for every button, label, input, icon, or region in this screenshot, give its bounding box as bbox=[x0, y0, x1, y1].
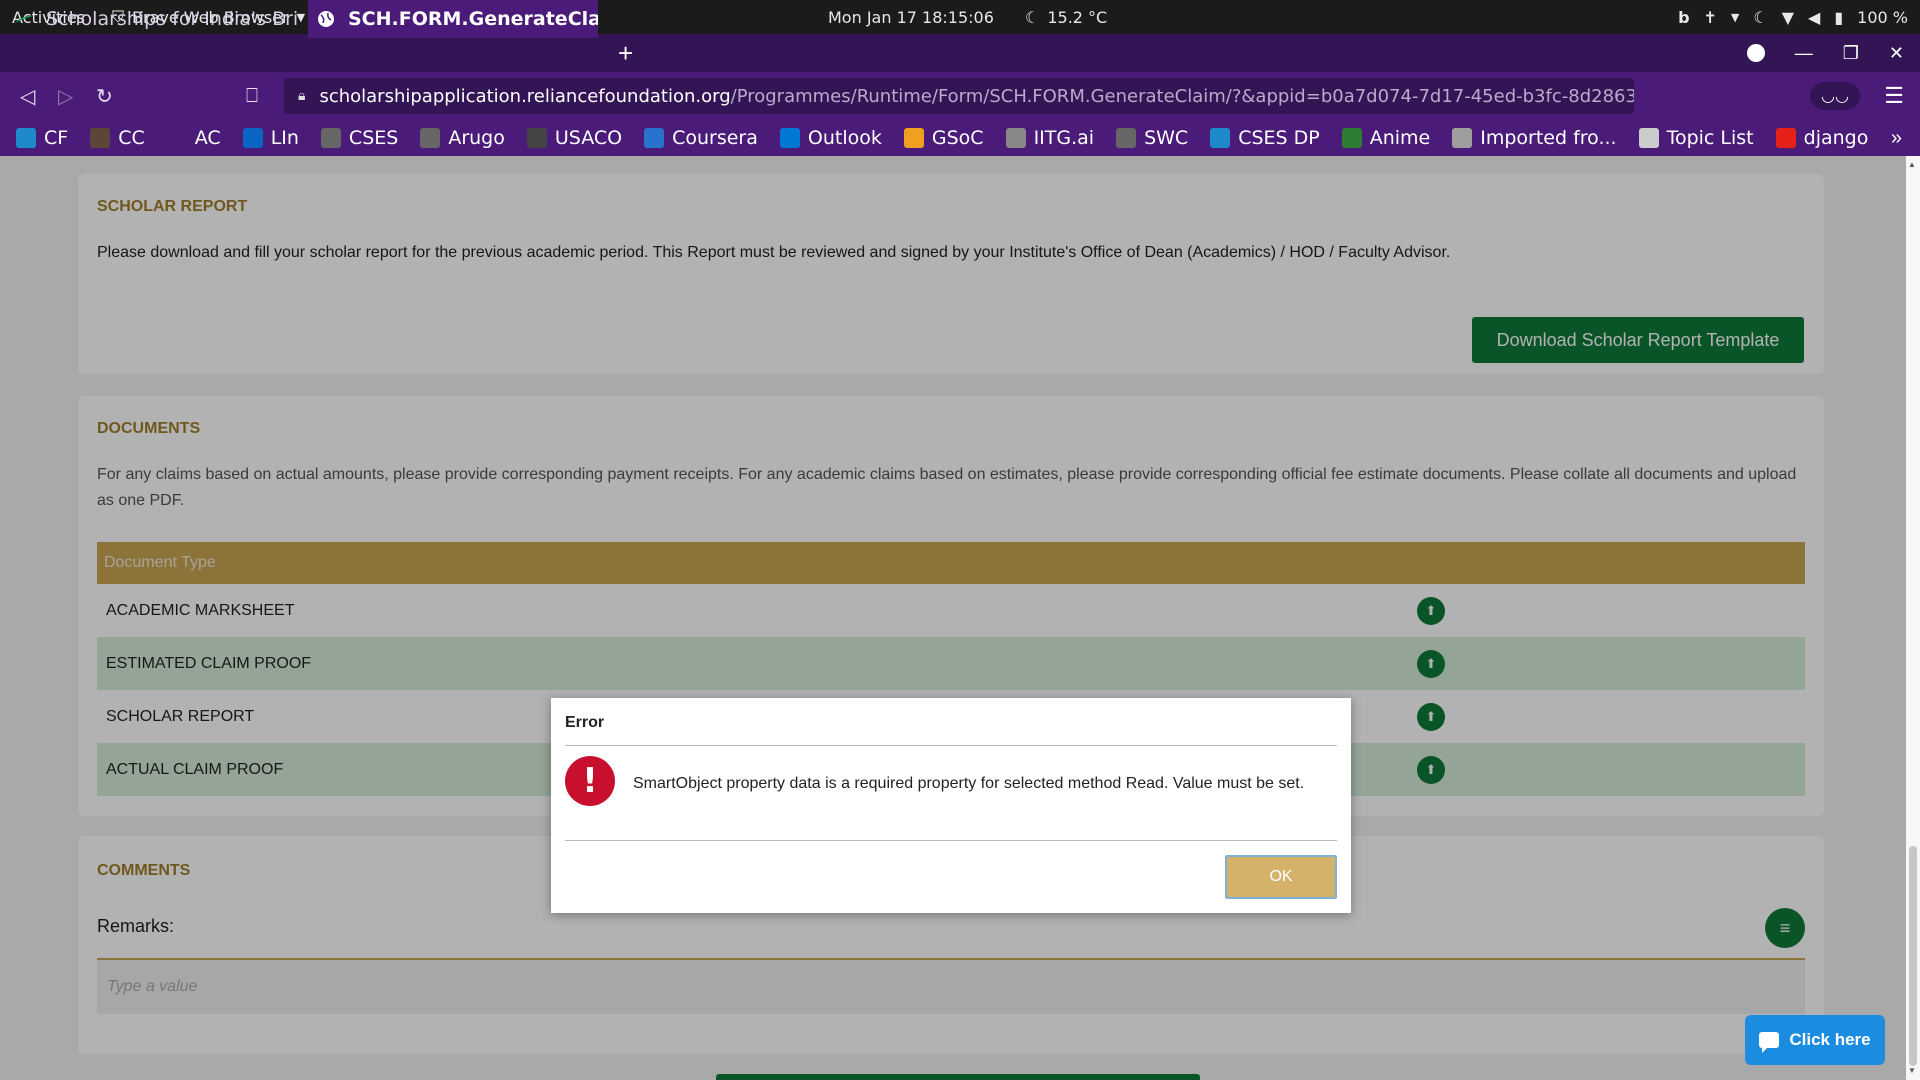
bookmark-item[interactable]: LIn bbox=[242, 127, 299, 149]
clock[interactable]: Mon Jan 17 18:15:06 bbox=[828, 0, 994, 34]
ac-icon bbox=[166, 128, 187, 148]
bookmark-item[interactable]: Arugo bbox=[420, 127, 505, 149]
window-controls: — ❐ ✕ bbox=[1746, 34, 1904, 72]
globe-icon bbox=[420, 128, 441, 148]
dialog-title: Error bbox=[565, 714, 605, 731]
cf-icon bbox=[16, 128, 36, 148]
coursera-icon bbox=[644, 128, 665, 148]
minimize-button[interactable]: — bbox=[1795, 43, 1813, 64]
chat-widget-button[interactable]: Click here bbox=[1745, 1015, 1885, 1065]
tab-strip bbox=[0, 34, 1920, 72]
lock-icon: 🔒︎ bbox=[298, 88, 306, 104]
error-dialog: Error ! SmartObject property data is a r… bbox=[551, 698, 1351, 913]
reliance-logo-icon bbox=[12, 7, 36, 31]
brave-rewards-icon[interactable]: ◡◡ bbox=[1810, 82, 1860, 110]
linkedin-icon bbox=[242, 128, 263, 148]
page-scrollbar[interactable]: ▲ ▼ bbox=[1906, 156, 1920, 1080]
modal-backdrop bbox=[0, 156, 1906, 1080]
accessibility-icon: ✝ bbox=[1703, 7, 1717, 27]
chevron-down-icon: ▼ bbox=[1730, 10, 1740, 24]
scroll-thumb[interactable] bbox=[1909, 846, 1917, 1066]
bookmarks-overflow-button[interactable]: » bbox=[1891, 120, 1902, 156]
navigation-bar: ◁ ▷ ↻ ⎕ 🔒︎ scholarshipapplication.relian… bbox=[0, 72, 1920, 120]
gsoc-icon bbox=[903, 128, 924, 148]
tab-generate-claim[interactable]: SCH.FORM.GenerateClaim ✕ bbox=[308, 0, 598, 38]
tab-scholarships[interactable]: Scholarships for India's Bright bbox=[12, 0, 298, 38]
bookmark-item[interactable]: GSoC bbox=[903, 127, 984, 149]
globe-icon bbox=[314, 7, 338, 31]
bookmark-item[interactable]: Anime bbox=[1341, 127, 1430, 149]
iitg-icon bbox=[1005, 128, 1026, 148]
new-tab-button[interactable]: + bbox=[618, 34, 633, 72]
address-bar[interactable]: 🔒︎ scholarshipapplication.reliancefounda… bbox=[284, 78, 1634, 114]
bookmark-item[interactable]: Outlook bbox=[779, 127, 882, 149]
night-light-icon: ☾ bbox=[1753, 7, 1768, 27]
scroll-up-icon[interactable]: ▲ bbox=[1908, 160, 1916, 169]
system-tray[interactable]: b ✝ ▼ ☾ ▼ ◀ ▮ 100 % bbox=[1678, 0, 1908, 34]
reload-button[interactable]: ↻ bbox=[96, 72, 113, 120]
moon-icon: ☾ bbox=[1025, 7, 1040, 27]
folder-icon bbox=[1452, 128, 1473, 148]
bookmark-item[interactable]: IITG.ai bbox=[1005, 127, 1094, 149]
browser-menu-button[interactable]: ☰ bbox=[1884, 72, 1904, 120]
back-button[interactable]: ◁ bbox=[20, 72, 35, 120]
wifi-icon: ▼ bbox=[1781, 7, 1795, 27]
battery-level: 100 % bbox=[1857, 7, 1908, 27]
usaco-icon bbox=[526, 128, 547, 148]
bookmark-item[interactable]: AC bbox=[166, 127, 221, 149]
bookmark-item[interactable]: Imported fro... bbox=[1452, 127, 1617, 149]
scroll-down-icon[interactable]: ▼ bbox=[1908, 1066, 1916, 1075]
volume-icon: ◀ bbox=[1808, 7, 1821, 27]
globe-icon bbox=[1116, 128, 1137, 148]
url-domain: scholarshipapplication.reliancefoundatio… bbox=[319, 85, 731, 107]
forward-button[interactable]: ▷ bbox=[58, 72, 73, 120]
bookmark-item[interactable]: USACO bbox=[526, 127, 622, 149]
divider bbox=[565, 840, 1337, 841]
cf-icon bbox=[1210, 128, 1231, 148]
weather-indicator[interactable]: ☾ 15.2 °C bbox=[1025, 0, 1107, 34]
bookmark-item[interactable]: django bbox=[1775, 127, 1868, 149]
bookmark-item[interactable]: CSES DP bbox=[1210, 127, 1320, 149]
close-window-button[interactable]: ✕ bbox=[1889, 43, 1904, 64]
youtube-icon bbox=[1775, 128, 1796, 148]
bookmark-page-icon[interactable]: ⎕ bbox=[246, 72, 258, 120]
bing-icon: b bbox=[1678, 7, 1690, 27]
bookmarks-bar: CF CC AC LIn CSES Arugo USACO Coursera Outlook GS… bbox=[0, 120, 1920, 156]
doc-icon bbox=[1638, 128, 1659, 148]
bookmark-item[interactable]: CSES bbox=[320, 127, 398, 149]
ok-button[interactable]: OK bbox=[1225, 855, 1337, 899]
tab-search-icon[interactable] bbox=[1746, 44, 1765, 62]
bookmark-item[interactable]: CC bbox=[90, 127, 145, 149]
battery-icon: ▮ bbox=[1834, 7, 1844, 27]
page-viewport: SCHOLAR REPORT Please download and fill … bbox=[0, 156, 1906, 1080]
outlook-icon bbox=[779, 128, 800, 148]
error-icon: ! bbox=[565, 756, 615, 806]
bookmark-item[interactable]: Topic List bbox=[1638, 127, 1754, 149]
chat-icon bbox=[1759, 1032, 1780, 1053]
bookmark-item[interactable]: CF bbox=[16, 127, 68, 149]
dialog-message: SmartObject property data is a required … bbox=[633, 775, 1305, 792]
url-path: /Programmes/Runtime/Form/SCH.FORM.Genera… bbox=[730, 85, 1634, 107]
bookmark-item[interactable]: SWC bbox=[1116, 127, 1188, 149]
anime-icon bbox=[1341, 128, 1362, 148]
restore-button[interactable]: ❐ bbox=[1843, 43, 1859, 64]
cc-icon bbox=[90, 128, 111, 148]
divider bbox=[565, 745, 1337, 746]
globe-icon bbox=[320, 128, 341, 148]
bookmark-item[interactable]: Coursera bbox=[644, 127, 758, 149]
